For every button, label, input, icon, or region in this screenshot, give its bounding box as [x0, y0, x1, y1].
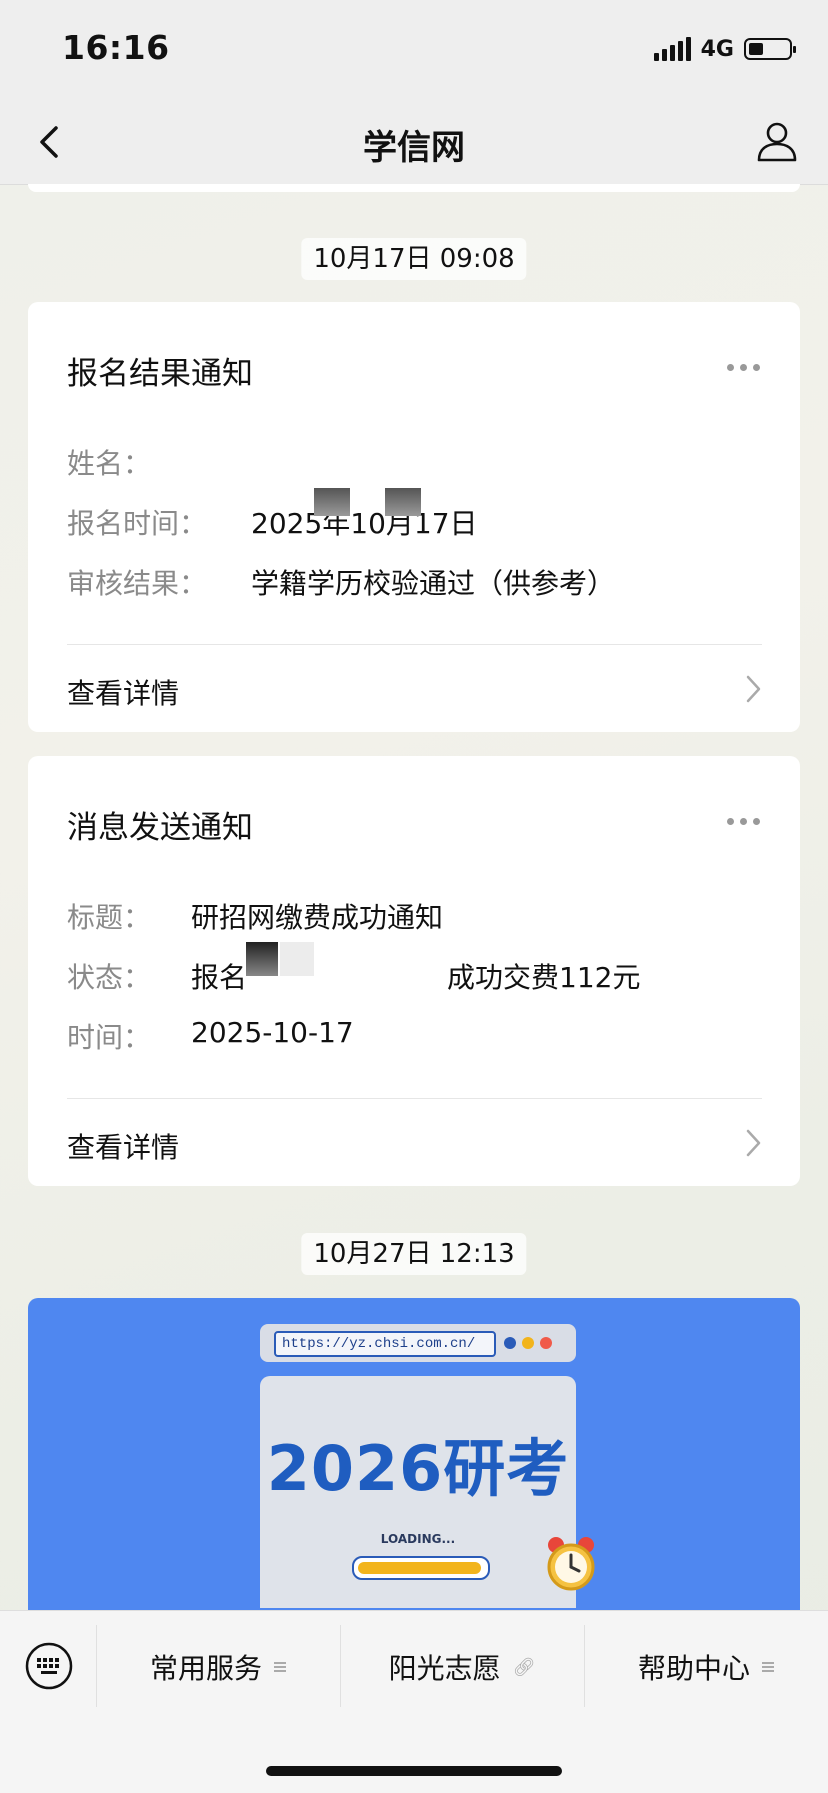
- menu-label: 常用服务: [149, 1652, 262, 1685]
- menu-label: 帮助中心: [637, 1652, 750, 1685]
- message-sent-card[interactable]: 消息发送通知 标题： 研招网缴费成功通知 状态： 报名 成功交费112元 时间：…: [28, 756, 800, 1186]
- name-row: 姓名：: [67, 442, 151, 482]
- subject-row: 标题： 研招网缴费成功通知: [67, 896, 443, 936]
- banner-headline: 2026研考: [266, 1432, 570, 1505]
- timestamp-chip: 10月27日 12:13: [301, 1233, 527, 1275]
- chevron-right-icon: [746, 1129, 761, 1157]
- review-result-label: 审核结果：: [67, 567, 208, 600]
- url-text: https://yz.chsi.com.cn/: [274, 1331, 496, 1357]
- tab-separator: [340, 1625, 341, 1707]
- window-dot-icon: [504, 1337, 516, 1349]
- subject-value: 研招网缴费成功通知: [191, 901, 444, 934]
- menu-label: 阳光志愿: [388, 1652, 501, 1685]
- menu-sunshine-volunteer[interactable]: 阳光志愿 🔗︎: [342, 1621, 582, 1713]
- status-indicators: 4G: [653, 34, 796, 64]
- loading-label: LOADING...: [380, 1532, 456, 1546]
- status-bar: 16:16 4G: [0, 0, 828, 100]
- status-value-start: 报名: [191, 961, 248, 994]
- window-dot-icon: [522, 1337, 534, 1349]
- loading-progress-bar: [352, 1556, 490, 1580]
- enroll-time-label: 报名时间：: [67, 507, 208, 540]
- network-label: 4G: [700, 36, 734, 62]
- previous-card-edge: [28, 184, 800, 192]
- browser-url-bar: https://yz.chsi.com.cn/: [260, 1324, 576, 1362]
- enroll-time-value: 2025年10月17日: [251, 507, 478, 540]
- tab-separator: [584, 1625, 585, 1707]
- banner-screen: 2026研考 LOADING...: [260, 1376, 576, 1608]
- signal-icon: [653, 37, 691, 61]
- redaction-mosaic: [314, 488, 350, 516]
- enrollment-result-card[interactable]: 报名结果通知 姓名： 报名时间： 2025年10月17日 审核结果： 学籍学历校…: [28, 302, 800, 732]
- redaction-mosaic: [246, 942, 278, 976]
- subject-label: 标题：: [67, 901, 152, 934]
- battery-icon: [744, 38, 796, 60]
- divider: [67, 1098, 762, 1099]
- menu-icon: [274, 1661, 286, 1673]
- window-dot-icon: [540, 1337, 552, 1349]
- card-title: 报名结果通知: [67, 356, 253, 392]
- menu-help-center[interactable]: 帮助中心: [586, 1621, 826, 1713]
- status-label: 状态：: [67, 961, 152, 994]
- chevron-right-icon: [746, 675, 761, 703]
- home-indicator[interactable]: [266, 1766, 562, 1776]
- review-result-row: 审核结果： 学籍学历校验通过（供参考）: [67, 562, 615, 602]
- link-icon: 🔗︎: [512, 1656, 536, 1678]
- progress-fill: [358, 1562, 482, 1574]
- view-details-link[interactable]: 查看详情: [67, 1126, 179, 1166]
- review-result-value: 学籍学历校验通过（供参考）: [251, 567, 616, 600]
- alarm-clock-icon: [547, 1537, 595, 1591]
- card-title: 消息发送通知: [67, 810, 253, 846]
- name-label: 姓名：: [67, 447, 152, 480]
- nav-bar: 学信网: [0, 100, 828, 185]
- exam-banner-card[interactable]: https://yz.chsi.com.cn/ 2026研考 LOADING..…: [28, 1298, 800, 1610]
- time-value: 2025-10-17: [191, 1016, 354, 1049]
- time-label: 时间：: [67, 1021, 152, 1054]
- more-icon[interactable]: [727, 818, 760, 825]
- status-time: 16:16: [62, 28, 170, 67]
- tab-separator: [96, 1625, 97, 1707]
- menu-icon: [762, 1661, 774, 1673]
- status-row: 状态： 报名 成功交费112元: [67, 956, 640, 996]
- timestamp-chip: 10月17日 09:08: [301, 238, 527, 280]
- redaction-mosaic: [385, 488, 421, 516]
- status-value-end: 成功交费112元: [447, 961, 641, 994]
- more-icon[interactable]: [727, 364, 760, 371]
- keyboard-icon[interactable]: [24, 1641, 74, 1691]
- view-details-link[interactable]: 查看详情: [67, 672, 179, 712]
- redaction-mosaic: [280, 942, 314, 976]
- menu-common-services[interactable]: 常用服务: [98, 1621, 338, 1713]
- person-icon[interactable]: [754, 118, 800, 164]
- divider: [67, 644, 762, 645]
- page-title: 学信网: [363, 128, 465, 168]
- time-row: 时间： 2025-10-17: [67, 1016, 354, 1056]
